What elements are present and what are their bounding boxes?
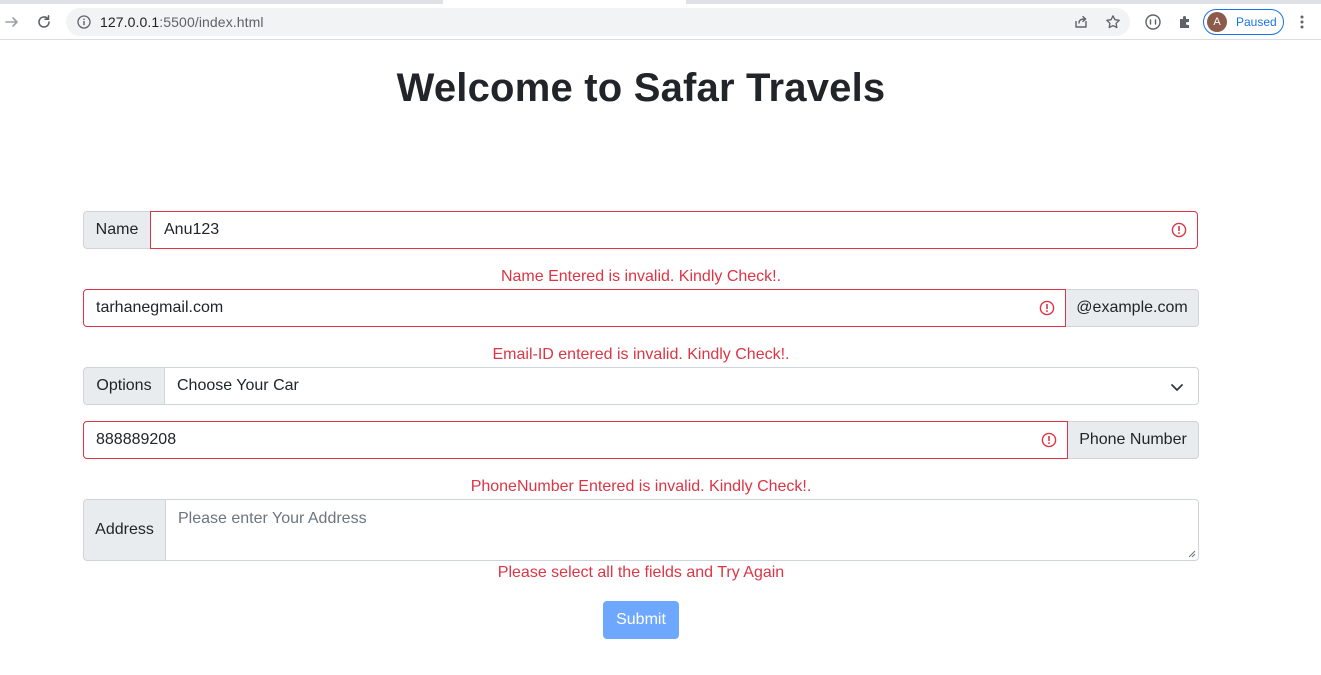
- chevron-down-icon: [1171, 384, 1183, 391]
- extensions-button[interactable]: [1171, 8, 1199, 36]
- car-select-value: Choose Your Car: [177, 377, 299, 394]
- name-error-message: Name Entered is invalid. Kindly Check!.: [500, 268, 782, 285]
- url-path: :5500/index.html: [159, 14, 264, 30]
- car-select[interactable]: Choose Your Car: [164, 367, 1199, 405]
- arrow-right-icon: [5, 17, 18, 27]
- media-icon: [1145, 14, 1161, 30]
- bookmark-star-icon[interactable]: [1102, 12, 1124, 32]
- address-placeholder: Please enter Your Address: [178, 510, 367, 527]
- email-input[interactable]: tarhanegmail.com: [83, 289, 1066, 327]
- address-bar[interactable]: 127.0.0.1:5500/index.html: [66, 8, 1130, 36]
- email-domain-suffix: @example.com: [1065, 289, 1199, 327]
- address-label: Address: [83, 499, 166, 561]
- phone-input-group: 888889208 Phone Number: [83, 421, 1199, 459]
- puzzle-icon: [1180, 16, 1189, 28]
- form-error-message: Please select all the fields and Try Aga…: [497, 564, 785, 581]
- car-select-group: Options Choose Your Car: [83, 367, 1199, 405]
- submit-button[interactable]: Submit: [603, 601, 679, 639]
- share-icon[interactable]: [1070, 12, 1092, 32]
- options-label: Options: [83, 367, 165, 405]
- name-label: Name: [83, 211, 151, 249]
- browser-toolbar: 127.0.0.1:5500/index.html A Paused: [0, 4, 1321, 40]
- invalid-warning-icon: [1041, 432, 1057, 448]
- site-info-icon[interactable]: [75, 13, 93, 31]
- phone-input[interactable]: 888889208: [83, 421, 1068, 459]
- reload-button[interactable]: [30, 8, 58, 36]
- address-input-group: Address Please enter Your Address: [83, 499, 1199, 561]
- email-error-message: Email-ID entered is invalid. Kindly Chec…: [492, 346, 790, 363]
- reload-icon: [38, 15, 50, 28]
- url-host: 127.0.0.1: [100, 14, 160, 30]
- kebab-menu-icon: [1300, 15, 1304, 29]
- media-control-button[interactable]: [1139, 8, 1167, 36]
- phone-error-message: PhoneNumber Entered is invalid. Kindly C…: [470, 478, 812, 495]
- invalid-warning-icon: [1171, 222, 1187, 238]
- address-textarea[interactable]: Please enter Your Address: [165, 499, 1199, 561]
- page-title: Welcome to Safar Travels: [396, 66, 886, 110]
- invalid-warning-icon: [1039, 300, 1055, 316]
- email-input-group: tarhanegmail.com @example.com: [83, 289, 1199, 327]
- browser-menu-button[interactable]: [1288, 8, 1316, 36]
- profile-button[interactable]: A Paused: [1203, 9, 1284, 35]
- profile-status: Paused: [1236, 15, 1277, 29]
- avatar: A: [1207, 12, 1227, 32]
- name-input-value: Anu123: [164, 221, 220, 238]
- phone-input-value: 888889208: [96, 431, 177, 448]
- forward-button[interactable]: [0, 8, 26, 36]
- name-input[interactable]: Anu123: [150, 211, 1198, 249]
- resize-handle-icon[interactable]: [1188, 550, 1196, 558]
- url-text[interactable]: 127.0.0.1:5500/index.html: [100, 14, 264, 30]
- email-input-value: tarhanegmail.com: [96, 299, 224, 316]
- phone-number-suffix: Phone Number: [1067, 421, 1199, 459]
- name-input-group: Name Anu123: [83, 211, 1199, 249]
